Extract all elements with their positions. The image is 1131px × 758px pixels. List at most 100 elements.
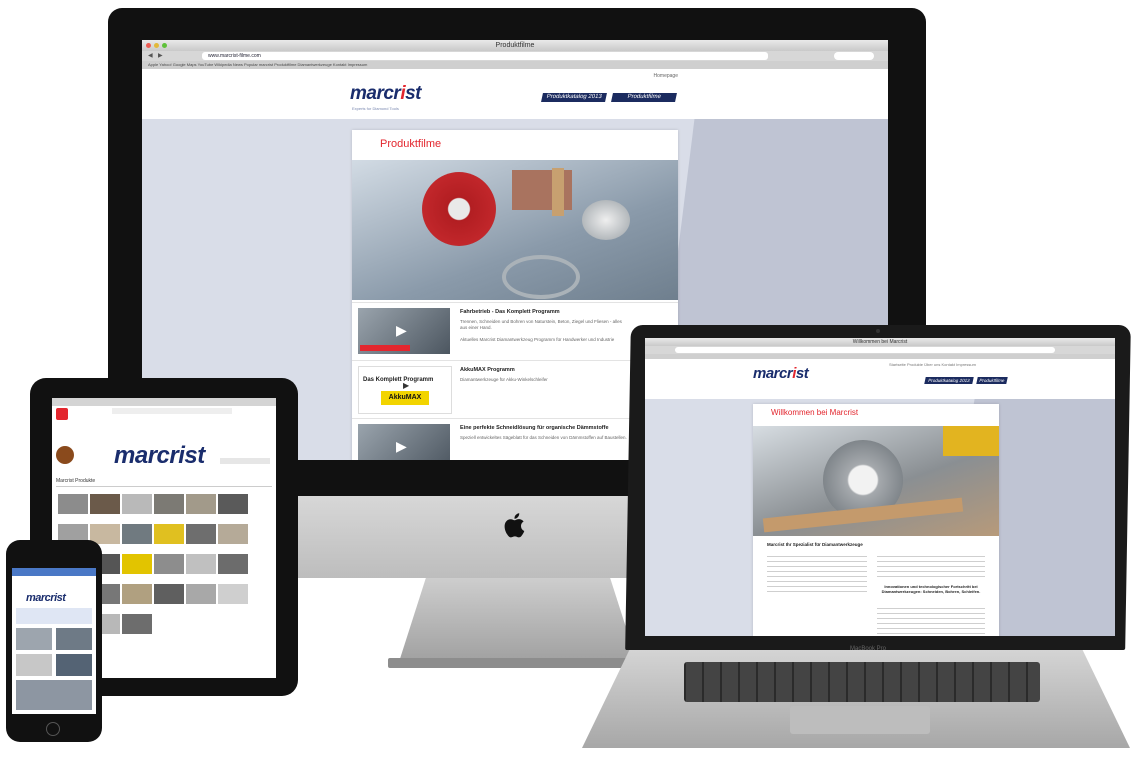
hero-image[interactable] xyxy=(352,160,678,300)
badge-icon xyxy=(56,446,74,464)
play-icon: ▶ xyxy=(396,322,407,338)
core-drill xyxy=(552,168,564,216)
nav-produktfilme[interactable]: Produktfilme xyxy=(611,93,677,102)
item-title[interactable]: Eine perfekte Schneidlösung für organisc… xyxy=(460,425,609,431)
video-tile[interactable] xyxy=(218,584,248,604)
play-icon: ▶ xyxy=(403,381,410,390)
marcrist-logo[interactable]: marcrist xyxy=(350,83,422,105)
mb-toolbar xyxy=(645,346,1115,354)
back-icon[interactable]: ◀ xyxy=(148,51,153,61)
video-tile[interactable] xyxy=(122,524,152,544)
grinding-wheel xyxy=(502,255,580,299)
homepage-link[interactable]: Homepage xyxy=(654,73,678,79)
page-title: Produktfilme xyxy=(380,138,442,150)
iphone-tile[interactable] xyxy=(56,628,92,650)
mb-nav-produktfilme[interactable]: Produktfilme xyxy=(976,377,1008,384)
mb-hero-image[interactable] xyxy=(753,426,999,536)
mb-site-header: Startseite Produkte Über uns Kontakt Imp… xyxy=(645,359,1115,399)
mb-page-title: Willkommen bei Marcrist xyxy=(771,408,859,417)
video-tile[interactable] xyxy=(218,524,248,544)
forward-icon[interactable]: ▶ xyxy=(158,51,163,61)
iphone-marcrist-logo[interactable]: marcrist xyxy=(26,592,66,604)
machine-housing xyxy=(943,426,999,456)
item-title[interactable]: AkkuMAX Programm xyxy=(460,367,515,373)
video-tile[interactable] xyxy=(58,494,88,514)
video-tile[interactable] xyxy=(186,584,216,604)
video-tile[interactable] xyxy=(154,494,184,514)
item-title[interactable]: Fahrbetrieb - Das Komplett Programm xyxy=(460,309,560,315)
macbook-browser-window: Willkommen bei Marcrist Startseite Produ… xyxy=(645,338,1115,636)
search-field[interactable] xyxy=(834,52,874,60)
video-thumbnail[interactable]: ▶ xyxy=(358,308,450,354)
video-tile[interactable] xyxy=(186,494,216,514)
mb-marcrist-logo[interactable]: marcrist xyxy=(753,365,809,382)
video-tile[interactable] xyxy=(122,554,152,574)
window-titlebar: Produktfilme xyxy=(142,40,888,51)
item-text: Trennen, Schneiden und Bohren von Naturs… xyxy=(460,319,622,330)
ipad-address-bar[interactable] xyxy=(112,408,232,414)
mb-text-column-right-2 xyxy=(877,604,985,634)
mb-address-bar[interactable] xyxy=(675,347,1055,353)
video-tile[interactable] xyxy=(218,554,248,574)
video-tile[interactable] xyxy=(154,584,184,604)
mb-text-column-left xyxy=(767,552,867,596)
ipad-browser-bar xyxy=(52,398,276,406)
play-icon: ▶ xyxy=(396,438,407,454)
mb-titlebar: Willkommen bei Marcrist xyxy=(645,338,1115,346)
iphone-tile[interactable] xyxy=(56,654,92,676)
ipad-section-title: Marcrist Produkte xyxy=(56,478,96,484)
trackpad xyxy=(790,706,930,734)
bookmarks-bar[interactable]: Apple Yahoo! Google Maps YouTube Wikiped… xyxy=(142,61,888,69)
keyboard xyxy=(684,662,1040,702)
item-text: Diamantwerkzeuge für Akku-Winkelschleife… xyxy=(460,377,548,382)
mb-subheading: Marcrist Ihr Spezialist für Diamantwerkz… xyxy=(767,542,863,547)
video-tile[interactable] xyxy=(90,494,120,514)
ipad-marcrist-logo[interactable]: marcrist xyxy=(114,442,205,470)
mb-text-column-right xyxy=(877,552,985,580)
imac-stand xyxy=(398,575,638,665)
video-tile[interactable] xyxy=(154,524,184,544)
address-bar[interactable]: www.marcrist-filme.com xyxy=(202,52,768,60)
video-tile[interactable] xyxy=(122,494,152,514)
iphone-content-block xyxy=(16,608,92,624)
iphone-tile[interactable] xyxy=(16,680,92,710)
site-header: Homepage marcrist Experts for Diamond To… xyxy=(142,69,888,119)
ipad-search-field[interactable] xyxy=(220,458,270,464)
logo-tagline: Experts for Diamond Tools xyxy=(352,106,399,111)
window-title: Produktfilme xyxy=(495,42,535,49)
apple-logo-icon xyxy=(504,510,528,540)
video-thumbnail[interactable]: Das Komplett Programm AkkuMAX ▶ xyxy=(358,366,452,414)
video-tile[interactable] xyxy=(186,554,216,574)
minimize-button[interactable] xyxy=(154,43,159,48)
thumb-caption: Das Komplett Programm xyxy=(363,377,434,383)
item-text: Speziell entwickeltes Sägeblatt für das … xyxy=(460,435,627,440)
divider xyxy=(56,486,272,487)
video-tile[interactable] xyxy=(122,584,152,604)
camera-icon xyxy=(876,329,880,333)
mb-top-links[interactable]: Startseite Produkte Über uns Kontakt Imp… xyxy=(889,362,976,367)
iphone-header-bar xyxy=(12,568,96,576)
nav-produktkatalog[interactable]: Produktkatalog 2013 xyxy=(541,93,607,102)
close-button[interactable] xyxy=(146,43,151,48)
video-tile[interactable] xyxy=(218,494,248,514)
iphone-tile[interactable] xyxy=(16,628,52,650)
akkumax-logo: AkkuMAX xyxy=(381,391,429,405)
home-button[interactable] xyxy=(46,722,60,736)
imac-foot xyxy=(388,658,648,668)
list-item[interactable]: ▶ Fahrbetrieb - Das Komplett Programm Tr… xyxy=(352,302,678,359)
mb-content-card: Willkommen bei Marcrist Marcrist Ihr Spe… xyxy=(753,404,999,636)
video-tile[interactable] xyxy=(122,614,152,634)
iphone-screen: marcrist xyxy=(12,568,96,714)
tab-icon[interactable] xyxy=(56,408,68,420)
thumbnail-banner xyxy=(360,345,410,351)
zoom-button[interactable] xyxy=(162,43,167,48)
mb-bold-heading: Innovationen und technologischer Fortsch… xyxy=(881,584,981,594)
mb-nav-produktkatalog[interactable]: Produktkatalog 2013 xyxy=(924,377,974,384)
macbook-label: MacBook Pro xyxy=(850,646,887,652)
video-tile[interactable] xyxy=(154,554,184,574)
video-tile[interactable] xyxy=(186,524,216,544)
diamond-blade-icon xyxy=(422,172,496,246)
iphone-tile[interactable] xyxy=(16,654,52,676)
video-thumbnail[interactable]: ▶ xyxy=(358,424,450,460)
grinding-cup xyxy=(582,200,630,240)
